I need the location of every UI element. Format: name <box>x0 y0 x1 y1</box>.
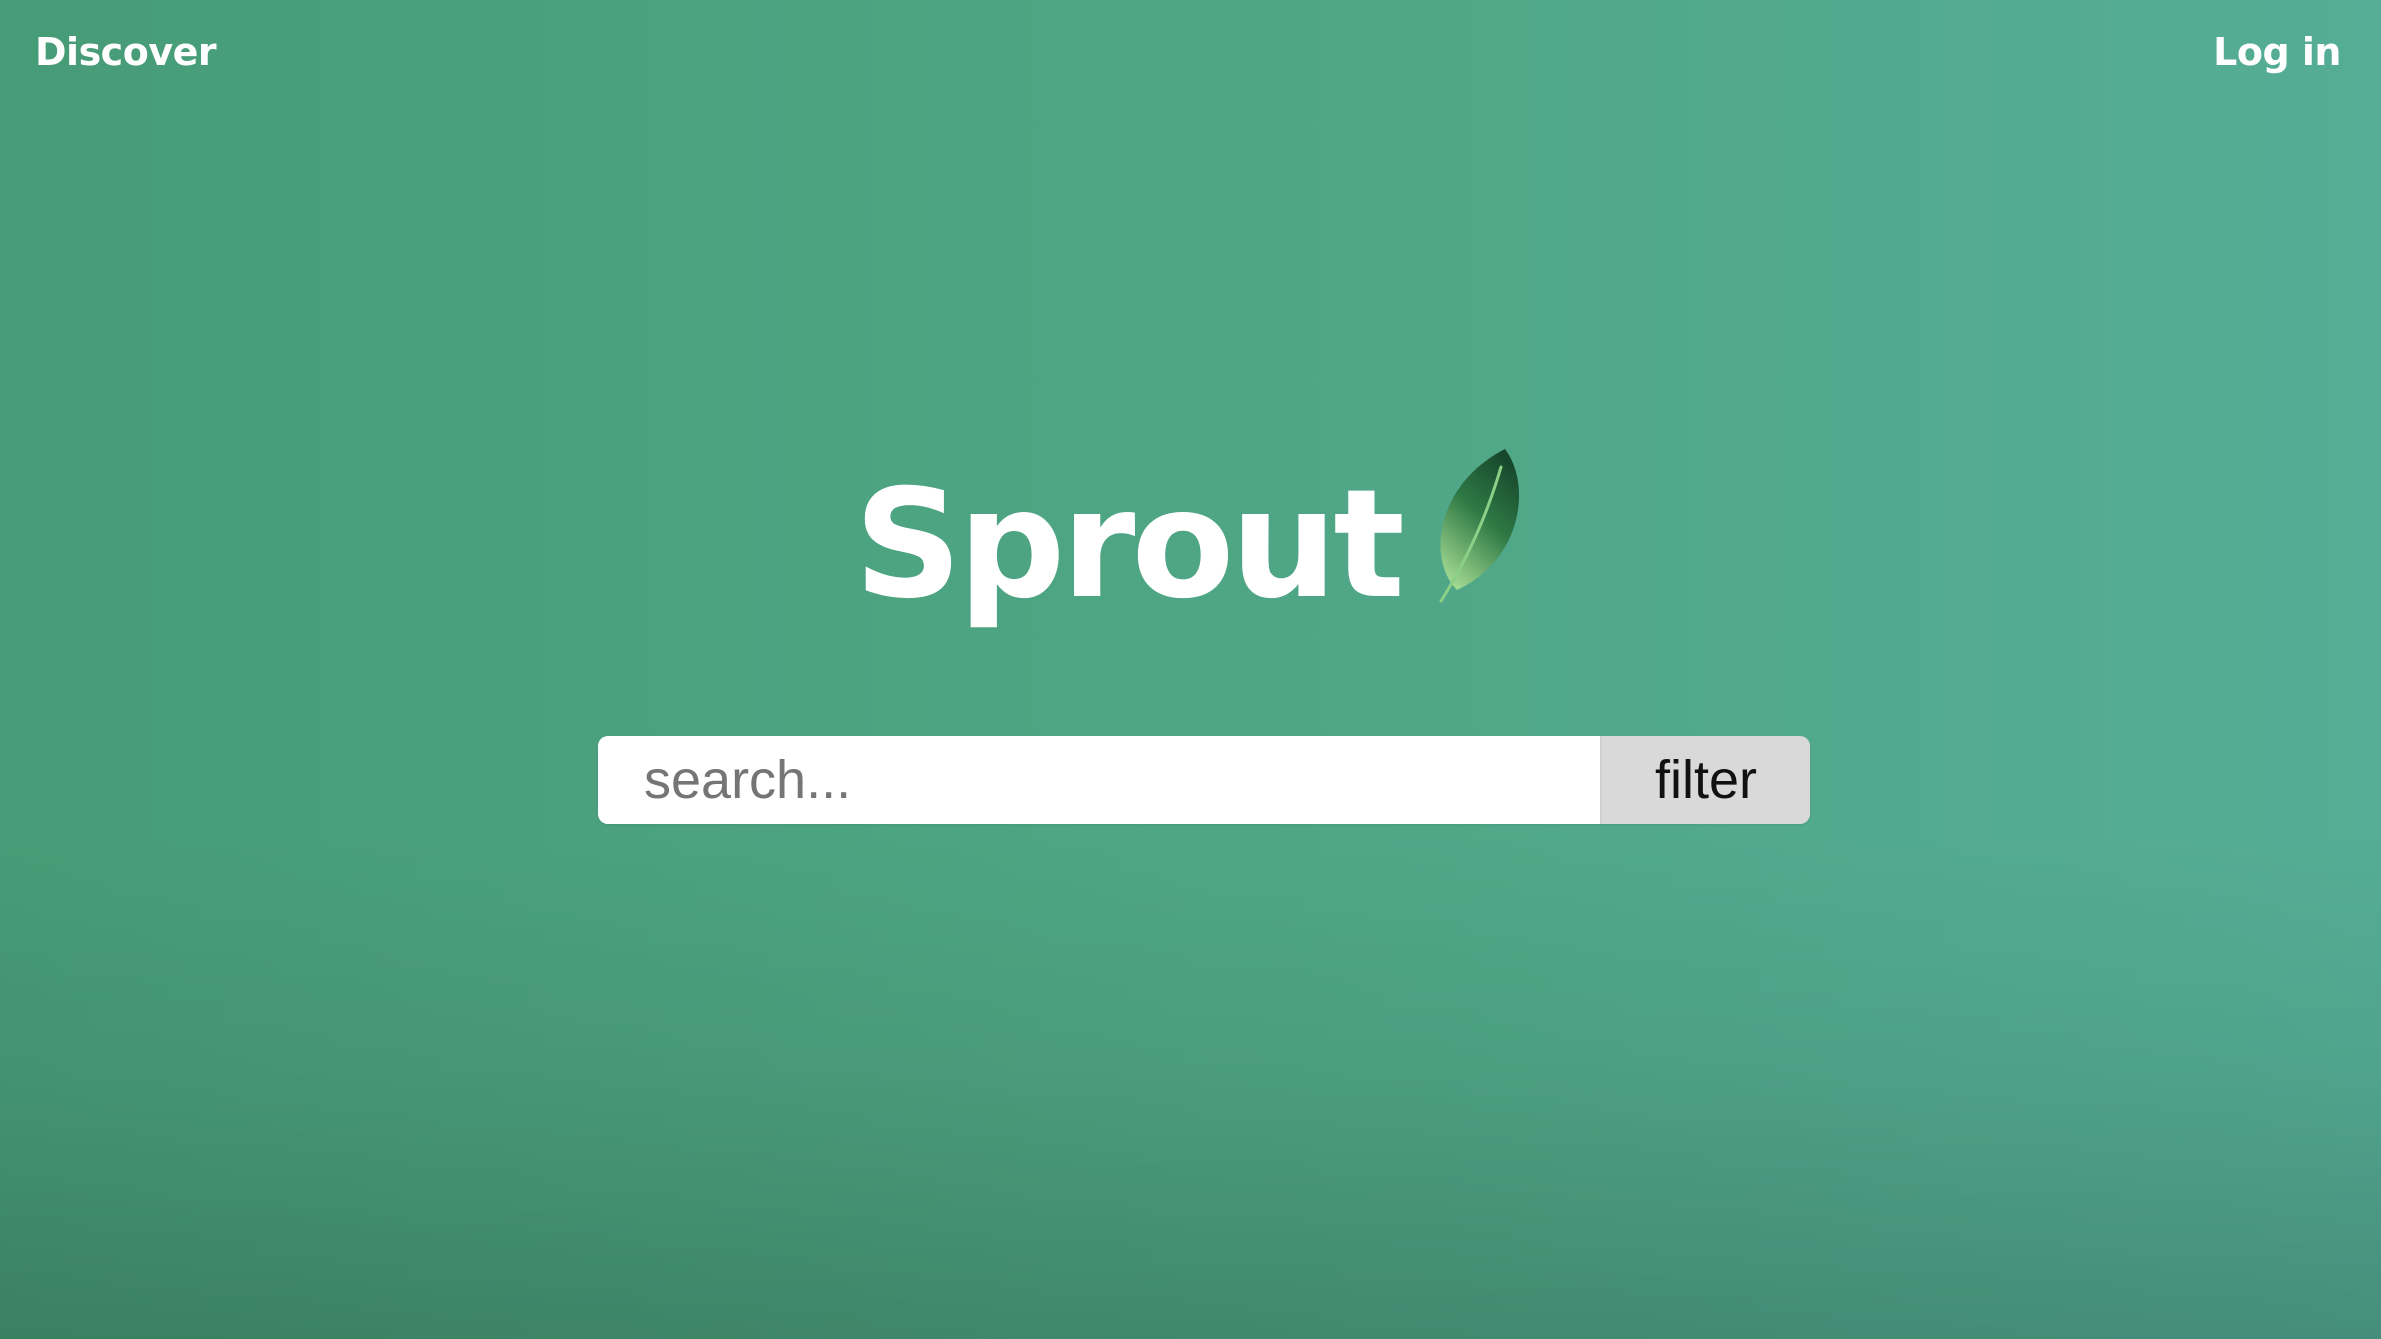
search-bar: filter <box>598 736 1810 824</box>
logo-wrap: Sprout <box>854 449 1527 632</box>
discover-link[interactable]: Discover <box>35 30 217 74</box>
search-input[interactable] <box>598 736 1600 824</box>
brand-name: Sprout <box>854 458 1405 632</box>
logo: Sprout <box>0 449 2381 632</box>
login-link[interactable]: Log in <box>2213 30 2341 74</box>
leaf-icon <box>1439 449 1519 603</box>
filter-button[interactable]: filter <box>1600 736 1810 824</box>
